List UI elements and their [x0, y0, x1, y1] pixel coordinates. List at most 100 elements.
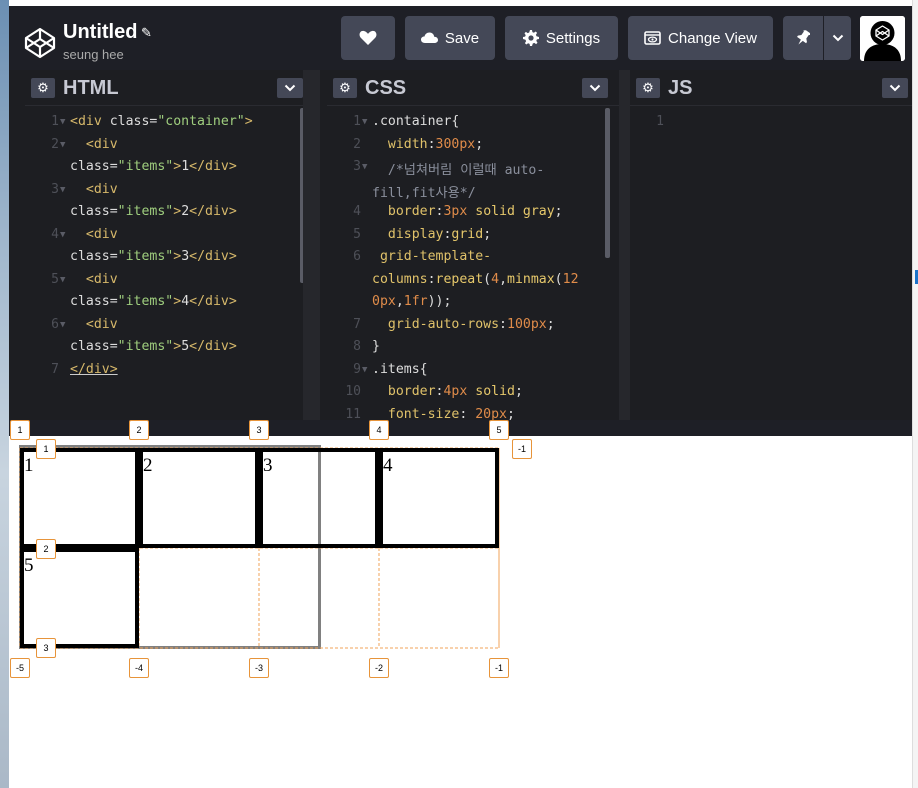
fold-arrow-icon[interactable]: ▼ — [60, 140, 65, 150]
css-pane-dropdown[interactable] — [582, 78, 608, 98]
code-line: grid-template- — [372, 249, 492, 264]
grid-item-label: 4 — [383, 455, 393, 476]
grid-col-badge: -4 — [129, 658, 149, 678]
grid-item: 5 — [20, 548, 139, 648]
fold-arrow-icon[interactable]: ▼ — [60, 275, 65, 285]
line-number: 4 — [353, 204, 361, 219]
chevron-down-icon — [889, 84, 901, 92]
grid-col-badge: -3 — [249, 658, 269, 678]
code-line: <div — [70, 136, 118, 152]
settings-label: Settings — [545, 29, 601, 47]
line-number: 7 — [51, 361, 59, 377]
save-button[interactable]: Save — [405, 16, 495, 60]
js-pane-dropdown[interactable] — [882, 78, 908, 98]
author-name[interactable]: seung hee — [63, 47, 124, 62]
html-pane-title: HTML — [63, 77, 119, 99]
html-editor-pane: ⚙ HTML 1 ▼ <div class="container"> 2 ▼ <div c… — [25, 70, 303, 420]
change-view-button[interactable]: Change View — [628, 16, 773, 60]
grid-row-badge: -1 — [512, 439, 532, 459]
editor-area: ⚙ HTML 1 ▼ <div class="container"> 2 ▼ <div c… — [9, 70, 912, 420]
desktop-background — [0, 0, 9, 788]
heart-icon — [359, 30, 377, 45]
pin-icon — [797, 30, 810, 45]
edit-title-icon[interactable]: ✎ — [141, 25, 152, 41]
grid-item: 4 — [379, 448, 499, 548]
js-pane-header: ⚙ JS — [630, 70, 912, 106]
fold-arrow-icon[interactable]: ▼ — [60, 185, 65, 195]
js-editor-pane: ⚙ JS 1 — [630, 70, 912, 420]
code-line: <div — [70, 226, 118, 242]
fold-arrow-icon[interactable]: ▼ — [60, 230, 65, 240]
grid-col-badge: 2 — [129, 420, 149, 440]
line-number: 3 — [51, 181, 59, 197]
pen-title[interactable]: Untitled — [63, 21, 137, 44]
avatar[interactable] — [860, 16, 905, 61]
pin-button[interactable] — [783, 16, 823, 60]
grid-col-badge: 4 — [369, 420, 389, 440]
grid-item: 1 — [20, 448, 139, 548]
grid-col-badge: 1 — [10, 420, 30, 440]
grid-col-badge: -5 — [10, 658, 30, 678]
fold-arrow-icon[interactable]: ▼ — [362, 162, 367, 172]
pane-divider[interactable] — [619, 70, 630, 420]
pin-dropdown-button[interactable] — [824, 16, 851, 60]
code-line: border:4px solid; — [372, 384, 523, 399]
code-line: <div — [70, 316, 118, 332]
grid-item-label: 2 — [143, 455, 153, 476]
line-number: 7 — [353, 316, 361, 332]
grid-row-badge: 3 — [36, 638, 56, 658]
line-number: 8 — [353, 339, 361, 354]
pane-divider[interactable] — [303, 70, 320, 420]
chevron-down-icon — [832, 34, 843, 42]
css-editor-pane: ⚙ CSS 1 ▼ .container{2 width:300px; 3 ▼ /*넘쳐… — [327, 70, 619, 420]
fold-arrow-icon[interactable]: ▼ — [362, 117, 367, 127]
line-number: 1 — [353, 114, 361, 129]
code-line: /*넘쳐버림 이럴때 auto- — [372, 163, 545, 178]
settings-button[interactable]: Settings — [505, 16, 618, 60]
line-number: 10 — [345, 384, 361, 399]
grid-row-badge: 1 — [36, 439, 56, 459]
chevron-down-icon — [589, 84, 601, 92]
love-button[interactable] — [341, 16, 395, 60]
change-view-label: Change View — [668, 29, 757, 47]
result-preview: 1 2 3 4 5 1 2 3 4 5 1 2 3 -1 -5 -4 -3 -2… — [9, 420, 912, 788]
line-number: 5 — [51, 271, 59, 287]
line-number: 1 — [656, 114, 664, 129]
code-line: border:3px solid gray; — [372, 204, 563, 219]
code-line: width:300px; — [372, 136, 484, 152]
html-settings-button[interactable]: ⚙ — [31, 78, 55, 98]
line-number: 2 — [353, 136, 361, 152]
grid-col-badge: 5 — [489, 420, 509, 440]
css-pane-title: CSS — [365, 77, 407, 99]
grid-col-badge: 3 — [249, 420, 269, 440]
code-line: columns:repeat(4,minmax(12 — [372, 271, 579, 287]
grid-item: 3 — [259, 448, 379, 548]
code-line: font-size: 20px; — [372, 406, 515, 421]
fold-arrow-icon[interactable]: ▼ — [362, 365, 367, 375]
codepen-logo-icon[interactable] — [23, 26, 57, 60]
line-number: 6 — [353, 249, 361, 264]
line-number: 1 — [51, 114, 59, 129]
grid-item-label: 1 — [24, 455, 34, 476]
js-settings-button[interactable]: ⚙ — [636, 78, 660, 98]
line-number: 6 — [51, 316, 59, 332]
code-line: class="items">2</div> — [70, 204, 237, 219]
code-line: display:grid; — [372, 226, 492, 242]
code-line: .items{ — [372, 361, 428, 377]
gear-icon: ⚙ — [339, 80, 351, 95]
chevron-down-icon — [284, 84, 296, 92]
app-window: Untitled ✎ seung hee Save Settings Chang… — [0, 0, 918, 788]
grid-item-label: 5 — [24, 555, 34, 576]
code-line: class="items">4</div> — [70, 294, 237, 309]
html-pane-dropdown[interactable] — [277, 78, 303, 98]
code-line: } — [372, 339, 380, 354]
cloud-icon — [420, 32, 438, 43]
code-line: 0px,1fr)); — [372, 294, 452, 309]
user-avatar-icon — [860, 16, 905, 61]
css-scrollbar[interactable] — [605, 108, 610, 258]
fold-arrow-icon[interactable]: ▼ — [60, 117, 65, 127]
line-number: 11 — [345, 406, 361, 421]
css-settings-button[interactable]: ⚙ — [333, 78, 357, 98]
fold-arrow-icon[interactable]: ▼ — [60, 320, 65, 330]
code-line: </div> — [70, 361, 118, 377]
